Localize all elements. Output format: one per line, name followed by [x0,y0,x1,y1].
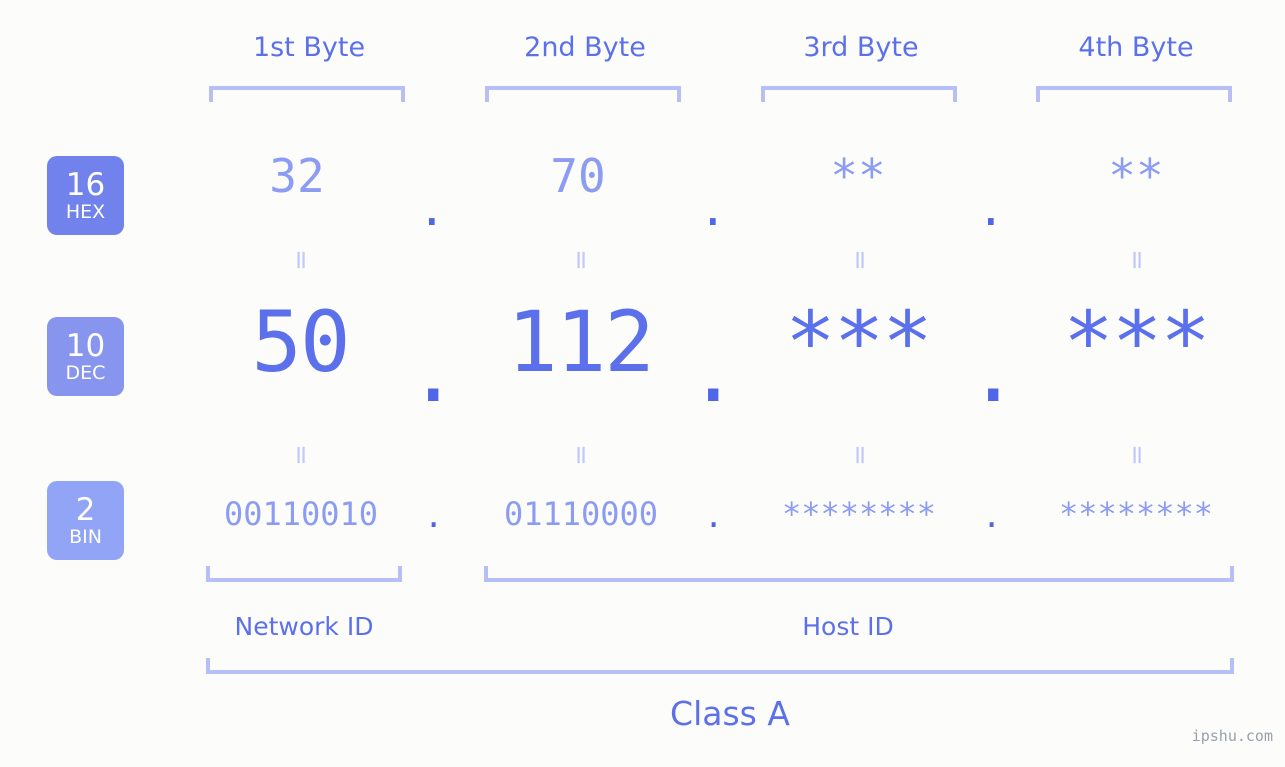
class-label: Class A [670,694,790,733]
equals-hex-dec-4: = [1122,249,1152,271]
byte-header-4: 4th Byte [1078,32,1194,63]
base-badge-dec-label: DEC [65,361,106,384]
base-badge-dec: 10 DEC [47,317,124,396]
hex-octet-1: 32 [269,149,325,203]
bin-separator-2: . [704,497,724,535]
ip-address-breakdown-diagram: 1st Byte 2nd Byte 3rd Byte 4th Byte 16 H… [0,0,1285,767]
byte-bracket-3 [761,86,957,102]
base-badge-bin: 2 BIN [47,481,124,560]
hex-separator-3: . [977,182,1005,236]
dec-octet-1: 50 [251,293,350,391]
base-badge-hex-label: HEX [65,200,106,223]
dec-octet-3: *** [785,293,933,391]
host-id-label: Host ID [802,612,894,641]
bin-separator-1: . [424,497,444,535]
equals-dec-bin-4: = [1122,444,1152,466]
base-badge-hex: 16 HEX [47,156,124,235]
equals-hex-dec-3: = [845,249,875,271]
hex-separator-2: . [699,182,727,236]
network-id-bracket [206,566,402,582]
base-badge-hex-number: 16 [65,166,106,203]
dec-octet-4: *** [1063,293,1211,391]
equals-dec-bin-3: = [845,444,875,466]
base-badge-dec-number: 10 [65,327,106,364]
network-id-label: Network ID [234,612,374,641]
bin-octet-4: ******** [1058,495,1214,533]
bin-separator-3: . [982,497,1002,535]
base-badge-bin-label: BIN [69,525,102,548]
class-bracket [206,658,1234,674]
hex-octet-4: ** [1108,149,1164,203]
bin-octet-3: ******** [781,495,937,533]
equals-hex-dec-1: = [286,249,316,271]
byte-bracket-1 [209,86,405,102]
byte-bracket-2 [485,86,681,102]
watermark: ipshu.com [1191,727,1273,745]
dec-separator-1: . [408,323,459,421]
byte-header-3: 3rd Byte [803,32,919,63]
base-badge-bin-number: 2 [75,491,96,528]
bin-octet-2: 01110000 [503,495,659,533]
byte-bracket-4 [1036,86,1232,102]
byte-header-2: 2nd Byte [524,32,646,63]
hex-octet-2: 70 [550,149,606,203]
byte-header-1: 1st Byte [252,32,366,63]
equals-hex-dec-2: = [566,249,596,271]
hex-separator-1: . [418,182,446,236]
dec-separator-3: . [968,323,1019,421]
equals-dec-bin-2: = [566,444,596,466]
hex-octet-3: ** [830,149,886,203]
host-id-bracket [484,566,1234,582]
bin-octet-1: 00110010 [223,495,379,533]
dec-separator-2: . [688,323,739,421]
equals-dec-bin-1: = [286,444,316,466]
dec-octet-2: 112 [507,293,655,391]
